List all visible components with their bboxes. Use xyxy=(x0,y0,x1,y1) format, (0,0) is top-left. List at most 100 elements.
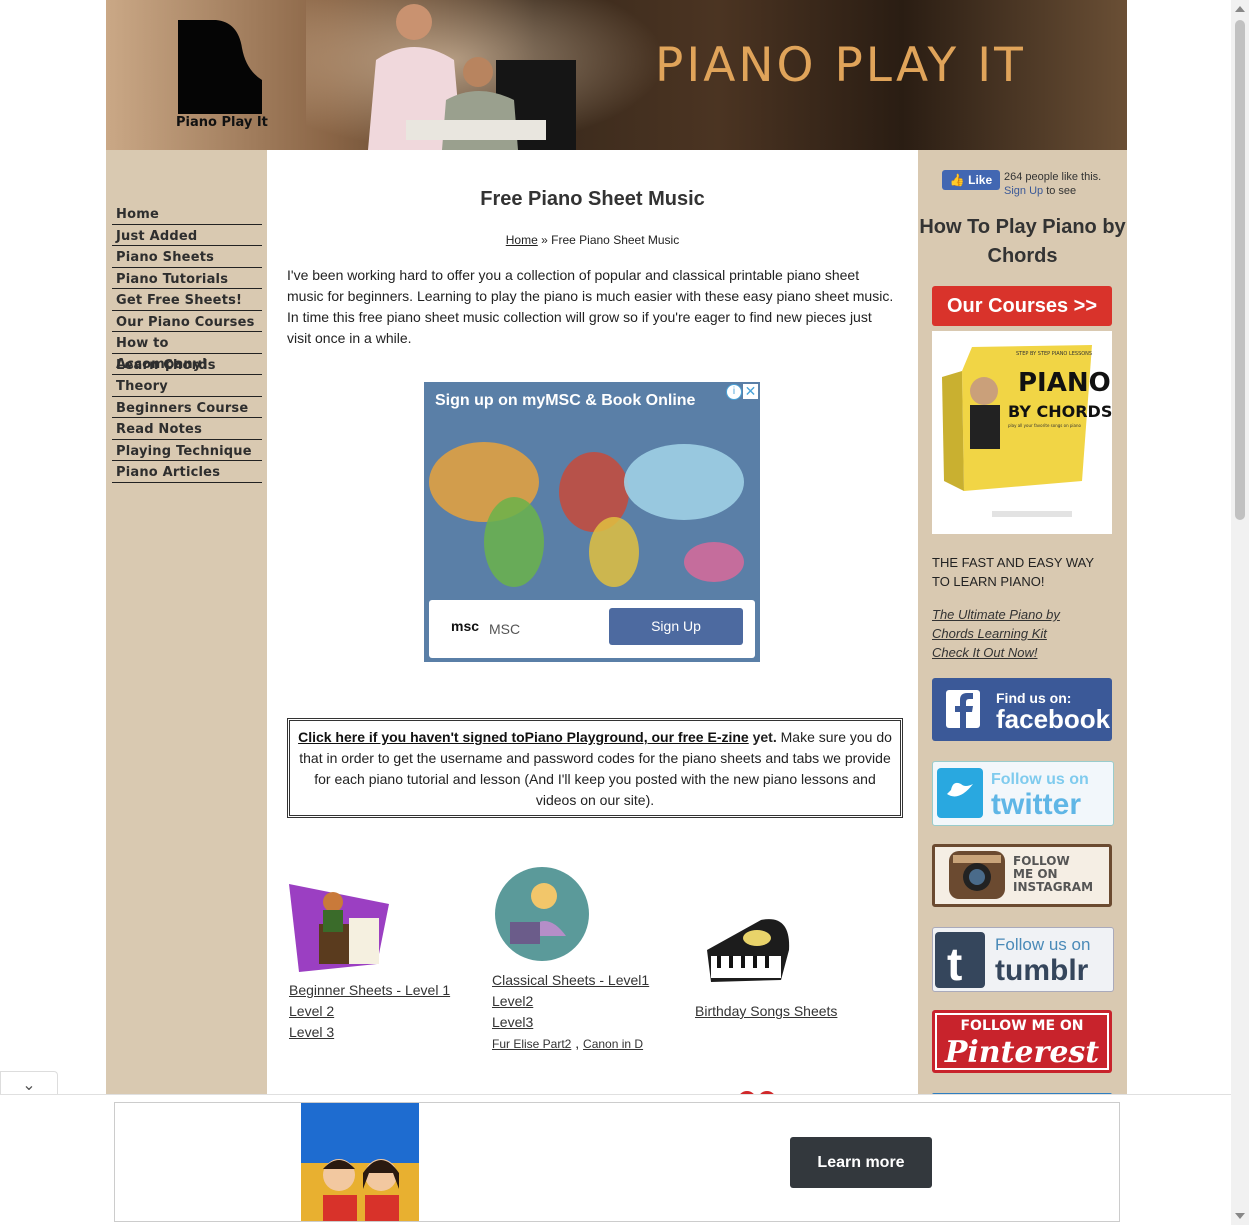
site-title: PIANO PLAY IT xyxy=(655,38,1026,93)
nav-item-just-added[interactable]: Just Added xyxy=(112,226,262,246)
nav-item-theory[interactable]: Theory xyxy=(112,376,262,397)
nav-item-get-free-sheets[interactable]: Get Free Sheets! xyxy=(112,290,262,311)
facebook-icon: Find us on: facebook xyxy=(946,690,1111,734)
ezine-notice-text: Click here if you haven't signed toPiano… xyxy=(292,723,898,815)
classical-level3-link[interactable]: Level3 xyxy=(492,1014,533,1030)
ad-info-icon[interactable]: i xyxy=(726,384,742,400)
instagram-icon: FOLLOW ME ON INSTAGRAM xyxy=(949,851,1093,899)
classical-level2-link[interactable]: Level2 xyxy=(492,993,533,1009)
scroll-up-arrow-icon[interactable] xyxy=(1235,6,1245,12)
nav-link[interactable]: Theory xyxy=(116,379,168,394)
nav-item-learn-chords[interactable]: Learn Chords xyxy=(112,355,262,375)
instagram-line1: FOLLOW xyxy=(1013,854,1070,868)
site-header: Piano Play It PIANO PLAY IT xyxy=(106,0,1127,150)
nav-item-piano-tutorials[interactable]: Piano Tutorials xyxy=(112,269,262,289)
ezine-notice-box: Click here if you haven't signed toPiano… xyxy=(287,718,903,818)
page: Piano Play It PIANO PLAY IT Home Just Ad… xyxy=(106,0,1127,1225)
ad-bottles-world-map-image[interactable] xyxy=(424,422,760,602)
twitter-follow-button[interactable]: Follow us on twitter xyxy=(932,761,1114,826)
intro-paragraph: I've been working hard to offer you a co… xyxy=(287,267,894,346)
beginner-level3-link[interactable]: Level 3 xyxy=(289,1024,334,1040)
classical-pianist-image[interactable] xyxy=(494,866,590,962)
nav-link[interactable]: Our Piano Courses xyxy=(116,315,255,330)
nav-item-playing-technique[interactable]: Playing Technique xyxy=(112,441,262,461)
learn-more-button[interactable]: Learn more xyxy=(790,1137,932,1188)
page-title: Free Piano Sheet Music xyxy=(480,188,705,210)
nav-link[interactable]: Playing Technique xyxy=(116,444,252,459)
nav-link[interactable]: Get Free Sheets! xyxy=(116,293,242,308)
nav-link[interactable]: Home xyxy=(116,207,159,222)
nav-link[interactable]: Piano Articles xyxy=(116,465,220,480)
nav-item-read-notes[interactable]: Read Notes xyxy=(112,419,262,440)
ad-close-icon[interactable]: ✕ xyxy=(743,384,758,399)
nav-link[interactable]: Beginners Course xyxy=(116,401,248,416)
ezine-signup-link[interactable]: Click here if you haven't signed toPiano… xyxy=(298,729,749,745)
ad-title[interactable]: Sign up on myMSC & Book Online xyxy=(435,392,695,410)
sidebar-tagline: THE FAST AND EASY WAY TO LEARN PIANO! xyxy=(932,555,1094,589)
birthday-sheets-links: Birthday Songs Sheets xyxy=(695,1001,895,1022)
page-scrollbar[interactable] xyxy=(1231,0,1249,1225)
pinterest-follow-button[interactable]: FOLLOW ME ON Pinterest xyxy=(932,1010,1112,1073)
fb-signup-link[interactable]: Sign Up xyxy=(1004,185,1043,197)
nav-item-piano-articles[interactable]: Piano Articles xyxy=(112,462,262,483)
tumblr-name-text: tumblr xyxy=(995,954,1089,987)
ad-sign-up-button[interactable]: Sign Up xyxy=(609,608,743,645)
scrollbar-thumb[interactable] xyxy=(1235,20,1245,520)
ad-brand: MSC xyxy=(489,621,521,637)
learning-kit-line3[interactable]: Check It Out Now! xyxy=(932,645,1037,660)
nav-link[interactable]: Just Added xyxy=(116,229,197,244)
fb-count-text: 264 people like this. xyxy=(1004,171,1102,183)
nav-link[interactable]: Learn Chords xyxy=(116,358,216,373)
beginner-level2-link[interactable]: Level 2 xyxy=(289,1003,334,1019)
tumblr-follow-button[interactable]: t Follow us on tumblr xyxy=(932,927,1114,992)
canon-in-d-link[interactable]: Canon in D xyxy=(583,1037,643,1051)
facebook-like-count: 264 people like this. Sign Up to see xyxy=(1004,170,1114,198)
nav-item-home[interactable]: Home xyxy=(112,204,262,225)
beginner-level1-link[interactable]: Beginner Sheets - Level 1 xyxy=(289,982,450,998)
nav-link[interactable]: Piano Sheets xyxy=(116,250,214,265)
product-line1: STEP BY STEP PIANO LESSONS xyxy=(1016,351,1092,357)
nav-item-our-piano-courses[interactable]: Our Piano Courses xyxy=(112,312,262,332)
logo-text[interactable]: Piano Play It xyxy=(176,115,268,130)
nav-item-piano-sheets[interactable]: Piano Sheets xyxy=(112,247,262,268)
ad-cta-bar: msc MSC Sign Up xyxy=(429,600,755,658)
product-line3: BY CHORDS xyxy=(1008,402,1112,421)
learning-kit-line1[interactable]: The Ultimate Piano by xyxy=(932,607,1060,622)
nav-item-beginners-course[interactable]: Beginners Course xyxy=(112,398,262,418)
instagram-line3: INSTAGRAM xyxy=(1013,880,1093,894)
birthday-songs-link[interactable]: Birthday Songs Sheets xyxy=(695,1003,837,1019)
bottom-ad-kids-image[interactable] xyxy=(301,1103,419,1221)
nav-item-how-to-accompany[interactable]: How to Accompany! xyxy=(112,333,262,372)
breadcrumb-separator: » xyxy=(541,233,548,247)
classical-extra-links: Fur Elise Part2 , Canon in D xyxy=(492,1035,643,1051)
facebook-name-text: facebook xyxy=(996,704,1111,734)
facebook-follow-button[interactable]: Find us on: facebook xyxy=(932,678,1112,741)
breadcrumb-home-link[interactable]: Home xyxy=(506,233,538,247)
beginner-pianist-image[interactable] xyxy=(289,884,389,974)
scroll-down-arrow-icon[interactable] xyxy=(1235,1213,1245,1219)
birthday-piano-image[interactable] xyxy=(701,910,797,996)
bottom-banner-ad[interactable]: Learn more xyxy=(0,1094,1231,1226)
classical-sheets-links: Classical Sheets - Level1 Level2 Level3 … xyxy=(492,970,692,1055)
learning-kit-link: The Ultimate Piano by Chords Learning Ki… xyxy=(932,605,1112,662)
twitter-name-text: twitter xyxy=(991,788,1081,821)
nav-link[interactable]: Piano Tutorials xyxy=(116,272,228,287)
fb-signup-suffix: to see xyxy=(1043,185,1077,197)
piano-logo-icon[interactable] xyxy=(176,18,264,116)
instagram-follow-button[interactable]: FOLLOW ME ON INSTAGRAM xyxy=(932,844,1112,907)
breadcrumb: Home » Free Piano Sheet Music xyxy=(267,233,918,247)
advertisement[interactable]: Sign up on myMSC & Book Online i ✕ msc M… xyxy=(424,382,760,662)
classical-level1-link[interactable]: Classical Sheets - Level1 xyxy=(492,972,649,988)
facebook-like-button[interactable]: 👍 Like xyxy=(942,170,1000,190)
piano-by-chords-product-image[interactable]: STEP BY STEP PIANO LESSONS PIANO BY CHOR… xyxy=(932,331,1112,534)
product-box-graphic: STEP BY STEP PIANO LESSONS PIANO BY CHOR… xyxy=(942,345,1112,517)
pinterest-icon: FOLLOW ME ON Pinterest xyxy=(935,1013,1109,1070)
our-courses-button[interactable]: Our Courses >> xyxy=(932,286,1112,326)
msc-logo-icon: msc xyxy=(451,618,480,634)
learning-kit-line2[interactable]: Chords Learning Kit xyxy=(932,626,1047,641)
product-line4: play all your favorite songs on piano xyxy=(1008,423,1082,428)
breadcrumb-current: Free Piano Sheet Music xyxy=(551,233,680,247)
nav-link[interactable]: Read Notes xyxy=(116,422,202,437)
fur-elise-link[interactable]: Fur Elise Part2 xyxy=(492,1037,571,1051)
bottom-ad-frame: Learn more xyxy=(114,1102,1120,1222)
